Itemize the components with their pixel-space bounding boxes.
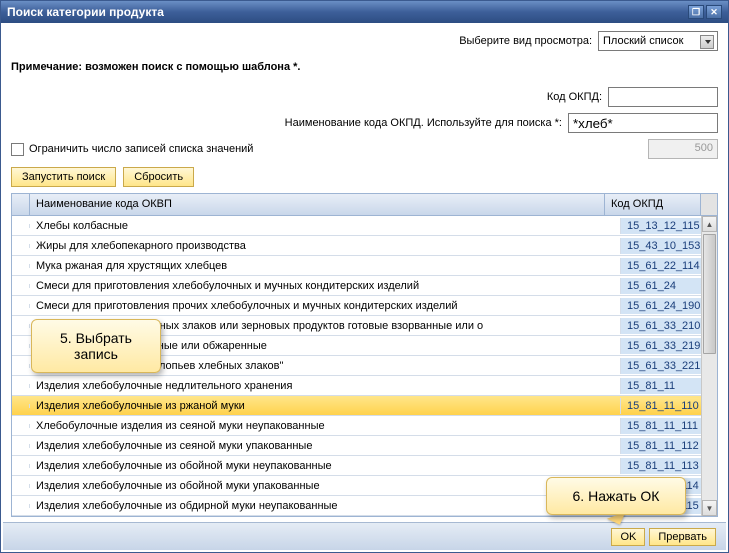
expand-cell bbox=[12, 304, 30, 308]
name-cell: Изделия хлебобулочные из ржаной муки bbox=[30, 398, 621, 414]
callout-line: 5. Выбрать bbox=[46, 330, 146, 346]
name-cell: Хлебы колбасные bbox=[30, 218, 621, 234]
name-cell: Мука ржаная для хрустящих хлебцев bbox=[30, 258, 621, 274]
scroll-down-button[interactable]: ▼ bbox=[702, 500, 717, 516]
button-row: Запустить поиск Сбросить bbox=[11, 167, 718, 187]
expand-cell bbox=[12, 324, 30, 328]
expand-cell bbox=[12, 244, 30, 248]
ok-button[interactable]: OK bbox=[611, 528, 645, 546]
callout-line: запись bbox=[46, 346, 146, 362]
expand-cell bbox=[12, 424, 30, 428]
table-row[interactable]: Изделия хлебобулочные из обойной муки не… bbox=[12, 456, 717, 476]
name-label: Наименование кода ОКПД. Используйте для … bbox=[285, 117, 562, 129]
note-text: Примечание: возможен поиск с помощью шаб… bbox=[11, 61, 718, 73]
view-select[interactable]: Плоский список bbox=[598, 31, 718, 51]
table-row[interactable]: Мука ржаная для хрустящих хлебцев15_61_2… bbox=[12, 256, 717, 276]
limit-row: Ограничить число записей списка значений… bbox=[11, 139, 718, 159]
run-search-button[interactable]: Запустить поиск bbox=[11, 167, 116, 187]
callout-select-record: 5. Выбрать запись bbox=[31, 319, 161, 373]
footer-bar: OK Прервать bbox=[3, 522, 726, 550]
limit-checkbox[interactable] bbox=[11, 143, 24, 156]
cancel-button[interactable]: Прервать bbox=[649, 528, 716, 546]
scroll-up-button[interactable]: ▲ bbox=[702, 216, 717, 232]
name-cell: Смеси для приготовления прочих хлебобуло… bbox=[30, 298, 621, 314]
name-cell: Изделия хлебобулочные из обойной муки уп… bbox=[30, 478, 621, 494]
limit-value: 500 bbox=[648, 139, 718, 159]
name-cell: Изделия хлебобулочные из обдирной муки н… bbox=[30, 498, 621, 514]
table-row[interactable]: Изделия хлебобулочные из сеяной муки упа… bbox=[12, 436, 717, 456]
table-row[interactable]: Смеси для приготовления прочих хлебобуло… bbox=[12, 296, 717, 316]
th-expand bbox=[12, 194, 30, 215]
table-row[interactable]: Изделия хлебобулочные недлительного хран… bbox=[12, 376, 717, 396]
reset-button[interactable]: Сбросить bbox=[123, 167, 194, 187]
callout-text: 6. Нажать ОК bbox=[573, 488, 660, 504]
th-scroll-spacer bbox=[701, 194, 717, 215]
expand-cell bbox=[12, 224, 30, 228]
expand-cell bbox=[12, 464, 30, 468]
name-input[interactable] bbox=[568, 113, 718, 133]
expand-cell bbox=[12, 484, 30, 488]
expand-cell bbox=[12, 444, 30, 448]
table-row[interactable]: Смеси для приготовления хлебобулочных и … bbox=[12, 276, 717, 296]
titlebar: Поиск категории продукта ❐ ✕ bbox=[1, 1, 728, 23]
table-header: Наименование кода ОКВП Код ОКПД bbox=[12, 194, 717, 216]
name-cell: Изделия хлебобулочные недлительного хран… bbox=[30, 378, 621, 394]
scroll-thumb[interactable] bbox=[703, 234, 716, 354]
table-row[interactable]: Изделия хлебобулочные из ржаной муки15_8… bbox=[12, 396, 717, 416]
name-cell: Изделия хлебобулочные из обойной муки не… bbox=[30, 458, 621, 474]
expand-cell bbox=[12, 364, 30, 368]
expand-cell bbox=[12, 384, 30, 388]
callout-press-ok: 6. Нажать ОК bbox=[546, 477, 686, 515]
restore-button[interactable]: ❐ bbox=[688, 5, 704, 19]
vertical-scrollbar[interactable]: ▲ ▼ bbox=[701, 216, 717, 516]
expand-cell bbox=[12, 404, 30, 408]
expand-cell bbox=[12, 284, 30, 288]
expand-cell bbox=[12, 504, 30, 508]
name-cell: Смеси для приготовления хлебобулочных и … bbox=[30, 278, 621, 294]
code-label: Код ОКПД: bbox=[547, 91, 602, 103]
view-label: Выберите вид просмотра: bbox=[459, 35, 592, 47]
name-cell: Изделия хлебобулочные из сеяной муки упа… bbox=[30, 438, 621, 454]
content-area: Выберите вид просмотра: Плоский список П… bbox=[1, 23, 728, 525]
view-select-value: Плоский список bbox=[603, 35, 683, 47]
code-row: Код ОКПД: bbox=[11, 87, 718, 107]
close-button[interactable]: ✕ bbox=[706, 5, 722, 19]
view-row: Выберите вид просмотра: Плоский список bbox=[11, 31, 718, 51]
table-row[interactable]: Жиры для хлебопекарного производства15_4… bbox=[12, 236, 717, 256]
name-cell: Жиры для хлебопекарного производства bbox=[30, 238, 621, 254]
dialog-window: Поиск категории продукта ❐ ✕ Выберите ви… bbox=[0, 0, 729, 553]
expand-cell bbox=[12, 344, 30, 348]
th-name[interactable]: Наименование кода ОКВП bbox=[30, 194, 605, 215]
limit-label: Ограничить число записей списка значений bbox=[29, 143, 253, 155]
name-row: Наименование кода ОКПД. Используйте для … bbox=[11, 113, 718, 133]
name-cell: Хлебобулочные изделия из сеяной муки неу… bbox=[30, 418, 621, 434]
th-code[interactable]: Код ОКПД bbox=[605, 194, 701, 215]
code-input[interactable] bbox=[608, 87, 718, 107]
window-title: Поиск категории продукта bbox=[7, 5, 686, 19]
table-row[interactable]: Хлебобулочные изделия из сеяной муки неу… bbox=[12, 416, 717, 436]
table-row[interactable]: Хлебы колбасные15_13_12_115 bbox=[12, 216, 717, 236]
expand-cell bbox=[12, 264, 30, 268]
